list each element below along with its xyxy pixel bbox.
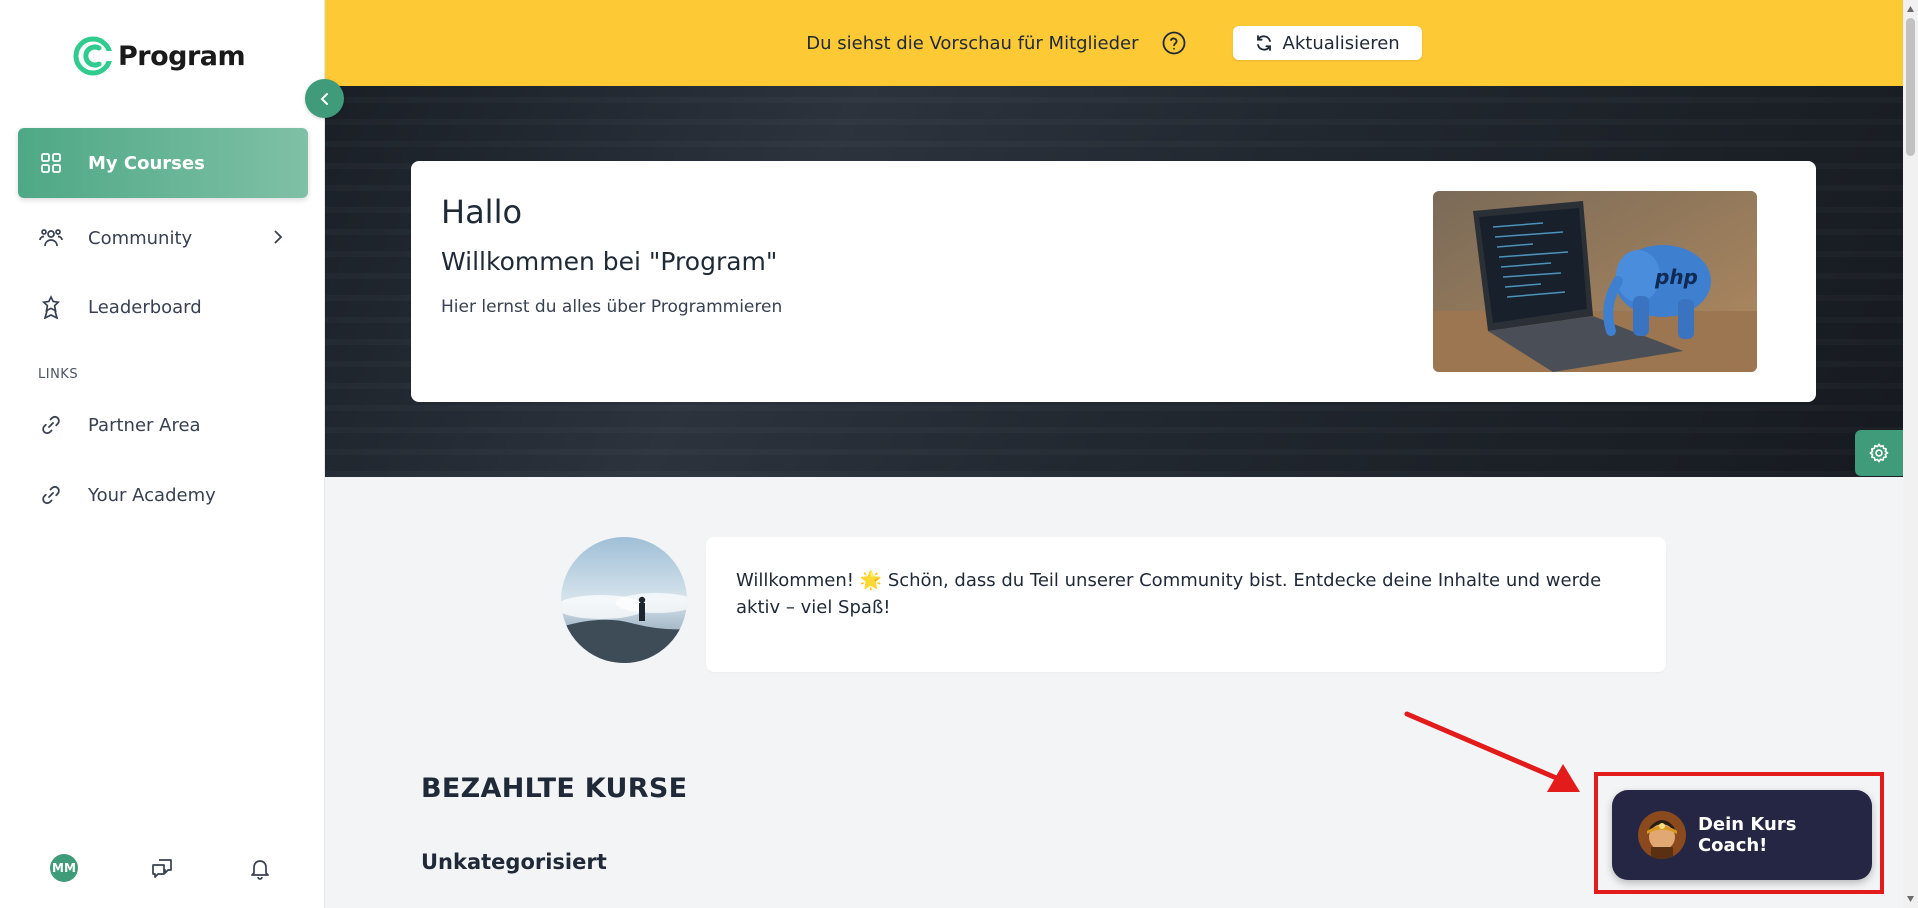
hero-image: php — [1433, 191, 1757, 372]
scroll-down-icon[interactable] — [1906, 894, 1915, 904]
hero-description: Hier lernst du alles über Programmieren — [441, 297, 783, 317]
user-avatar[interactable]: MM — [50, 854, 78, 882]
page-scrollbar[interactable] — [1903, 0, 1918, 908]
sidebar-link-partner-area[interactable]: Partner Area — [18, 390, 308, 460]
award-icon — [38, 294, 64, 320]
chevron-right-icon — [274, 230, 283, 244]
sidebar-link-label: Partner Area — [88, 414, 201, 436]
refresh-label: Aktualisieren — [1282, 32, 1400, 54]
chevron-left-icon — [320, 92, 328, 105]
member-preview-bar: Du siehst die Vorschau für Mitglieder Ak… — [325, 0, 1903, 86]
sidebar-item-label: My Courses — [88, 152, 205, 174]
sidebar-collapse-button[interactable] — [305, 79, 344, 118]
refresh-button[interactable]: Aktualisieren — [1232, 26, 1422, 60]
category-heading: Unkategorisiert — [421, 850, 607, 874]
brand-logo[interactable]: Program — [72, 34, 246, 78]
messages-icon[interactable] — [148, 854, 176, 882]
link-icon — [38, 482, 64, 508]
brand-name: Program — [118, 40, 246, 72]
php-label: php — [1654, 265, 1698, 289]
hero-card: Hallo Willkommen bei "Program" Hier lern… — [411, 161, 1816, 402]
coach-label: Dein Kurs Coach! — [1697, 814, 1797, 856]
paid-courses-heading: BEZAHLTE KURSE — [421, 773, 688, 804]
sidebar-link-your-academy[interactable]: Your Academy — [18, 460, 308, 530]
sidebar-link-label: Your Academy — [88, 484, 216, 506]
hero-banner: Hallo Willkommen bei "Program" Hier lern… — [325, 86, 1903, 477]
gear-icon — [1869, 443, 1889, 463]
community-avatar — [561, 537, 687, 663]
help-icon[interactable] — [1161, 30, 1187, 56]
preview-notice: Du siehst die Vorschau für Mitglieder — [806, 32, 1139, 54]
welcome-message: Willkommen! 🌟 Schön, dass du Teil unsere… — [736, 570, 1602, 618]
sidebar-item-community[interactable]: Community — [18, 203, 308, 273]
grid-icon — [38, 150, 64, 176]
coach-avatar — [1638, 811, 1686, 859]
bell-icon[interactable] — [246, 854, 274, 882]
scroll-thumb[interactable] — [1906, 18, 1915, 156]
links-section-label: LINKS — [38, 367, 79, 382]
hero-subtitle: Willkommen bei "Program" — [441, 247, 778, 276]
refresh-icon — [1256, 35, 1271, 51]
sidebar-footer: MM — [0, 842, 325, 886]
settings-tab[interactable] — [1855, 430, 1903, 476]
link-icon — [38, 412, 64, 438]
sidebar-item-label: Leaderboard — [88, 296, 202, 318]
annotation-arrow — [1404, 711, 1580, 792]
sidebar: Program My Courses Community Leaderboard… — [0, 0, 325, 908]
sidebar-item-my-courses[interactable]: My Courses — [18, 128, 308, 198]
community-icon — [38, 225, 64, 251]
logo-icon — [73, 36, 112, 76]
hero-title: Hallo — [441, 193, 523, 231]
course-coach-button[interactable]: Dein Kurs Coach! — [1612, 790, 1872, 880]
scroll-up-icon[interactable] — [1906, 4, 1915, 14]
welcome-message-card: Willkommen! 🌟 Schön, dass du Teil unsere… — [706, 537, 1666, 672]
sidebar-item-leaderboard[interactable]: Leaderboard — [18, 272, 308, 342]
sidebar-item-label: Community — [88, 227, 193, 249]
